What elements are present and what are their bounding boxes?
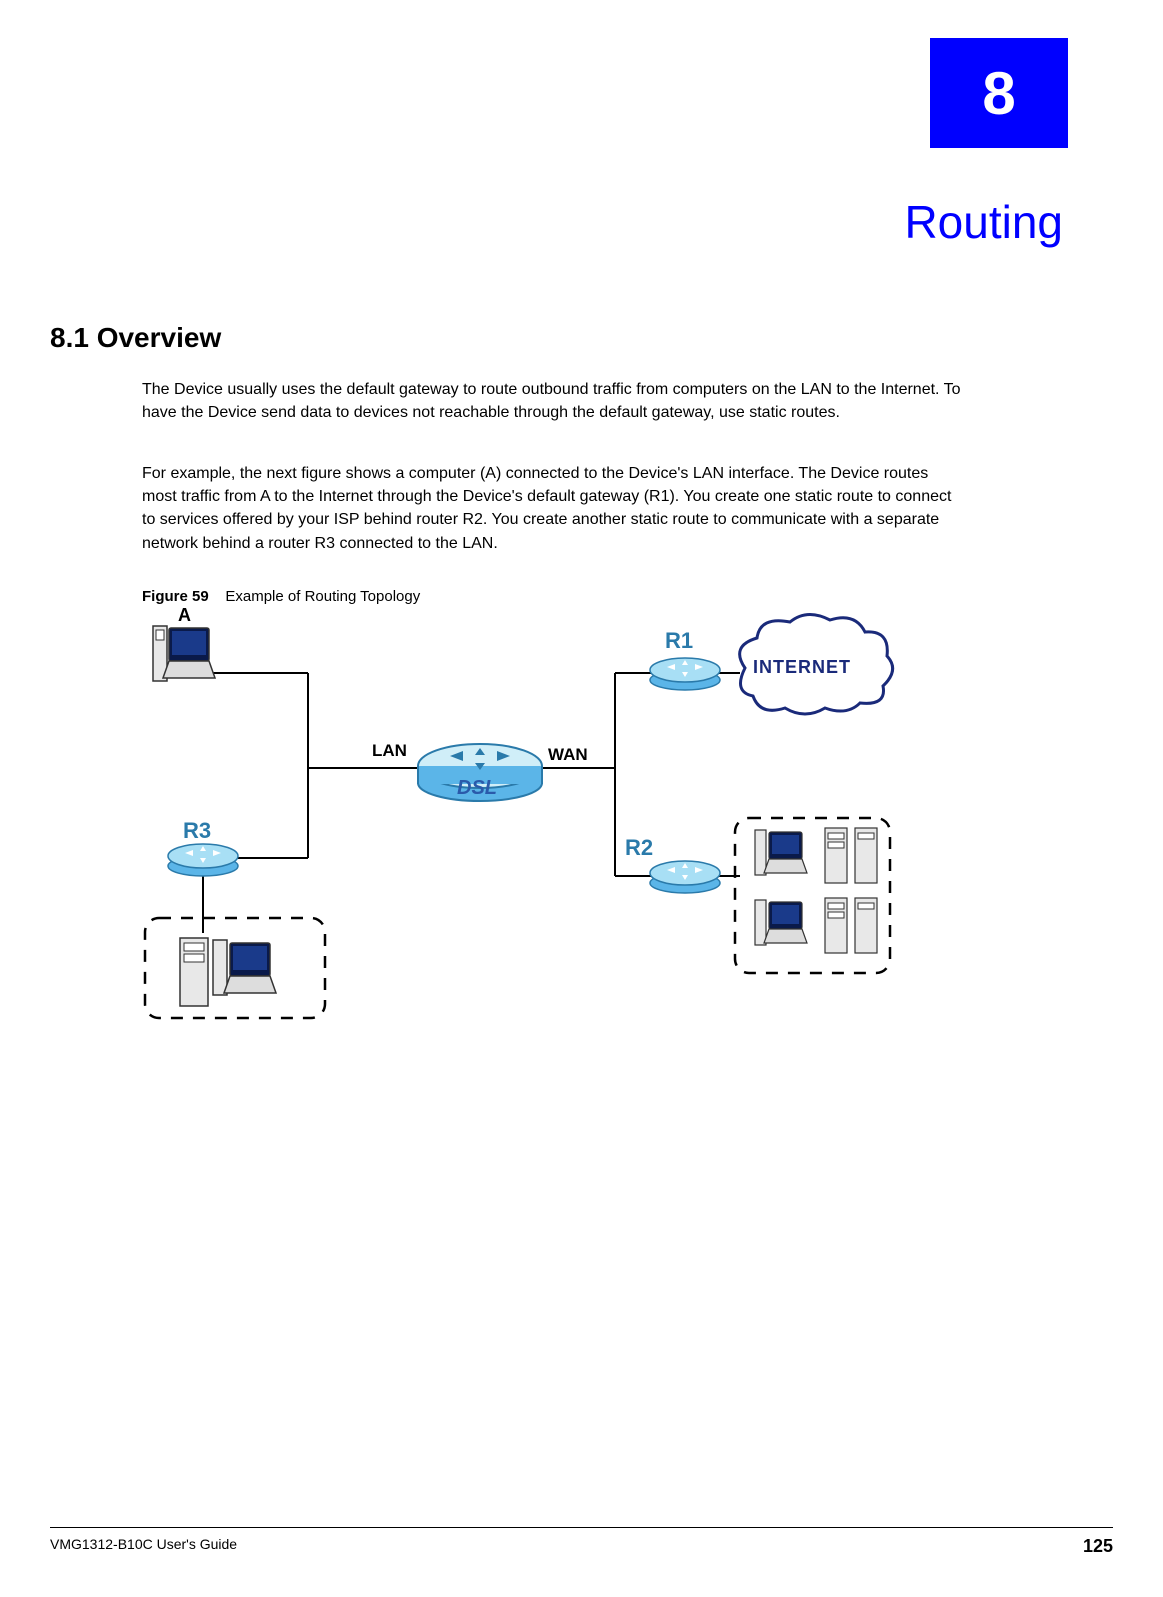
section-heading: 8.1 Overview	[50, 322, 221, 354]
figure-label: Figure 59	[142, 588, 209, 605]
chapter-number: 8	[982, 59, 1015, 128]
footer-page-number: 125	[1083, 1536, 1113, 1557]
routing-topology-figure: A R3 DSL LAN WAN	[135, 608, 895, 1038]
chapter-title: Routing	[904, 195, 1063, 249]
label-r1: R1	[665, 628, 693, 653]
router-r3-icon	[168, 844, 238, 876]
figure-caption: Figure 59 Example of Routing Topology	[142, 588, 420, 605]
label-r3: R3	[183, 818, 211, 843]
label-r2: R2	[625, 835, 653, 860]
page-footer: VMG1312-B10C User's Guide 125	[50, 1527, 1113, 1557]
computer-a-icon	[153, 626, 215, 681]
footer-guide-name: VMG1312-B10C User's Guide	[50, 1536, 237, 1557]
server-pc-left-icon	[180, 938, 276, 1006]
label-lan: LAN	[372, 741, 407, 760]
server-pc-right-bottom-icon	[755, 898, 877, 953]
router-r1-icon	[650, 658, 720, 690]
label-internet: INTERNET	[753, 657, 851, 677]
paragraph-overview-2: For example, the next figure shows a com…	[142, 462, 967, 555]
server-pc-right-top-icon	[755, 828, 877, 883]
figure-caption-text: Example of Routing Topology	[225, 588, 420, 605]
label-wan: WAN	[548, 745, 588, 764]
chapter-badge: 8	[930, 38, 1068, 148]
label-dsl: DSL	[457, 777, 497, 799]
paragraph-overview-1: The Device usually uses the default gate…	[142, 378, 967, 424]
router-r2-icon	[650, 861, 720, 893]
label-a: A	[178, 608, 191, 625]
